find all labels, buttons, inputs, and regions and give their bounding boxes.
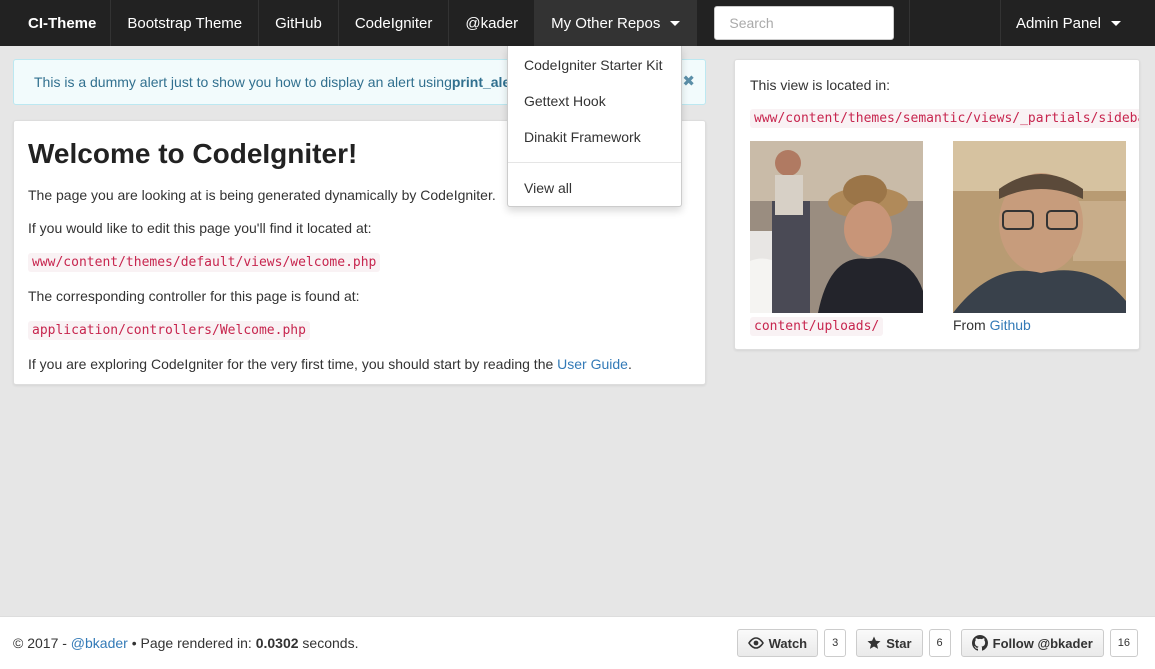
github-icon [971, 635, 988, 651]
star-icon [867, 636, 881, 649]
uploaded-photo [750, 141, 923, 313]
sidebar-panel: This view is located in: www/content/the… [734, 59, 1140, 350]
view-path-line: www/content/themes/default/views/welcome… [28, 251, 691, 273]
search-input[interactable] [714, 6, 895, 40]
photo-column-github: From Github [953, 141, 1126, 337]
eye-icon [747, 637, 764, 649]
caption-github-prefix: From [953, 317, 990, 333]
dropdown-item-dinakit[interactable]: Dinakit Framework [508, 119, 681, 155]
photo-row: content/uploads/ From Github [750, 141, 1126, 337]
star-button[interactable]: Star [856, 629, 923, 657]
guide-paragraph: If you are exploring CodeIgniter for the… [28, 354, 691, 374]
follow-label: Follow @bkader [992, 635, 1093, 651]
github-buttons: Watch 3 Star 6 Follow @bkader 16 [736, 629, 1142, 657]
nav-item-kader[interactable]: @kader [449, 0, 536, 46]
caption-uploads: content/uploads/ [750, 315, 923, 337]
sidebar-path-line: www/content/themes/semantic/views/_parti… [750, 107, 1139, 129]
admin-panel-menu[interactable]: Admin Panel [999, 0, 1155, 46]
footer-text: © 2017 - @bkader • Page rendered in: 0.0… [13, 635, 358, 651]
user-guide-link[interactable]: User Guide [557, 356, 628, 372]
dropdown-item-gettext-hook[interactable]: Gettext Hook [508, 83, 681, 119]
nav-item-bootstrap-theme[interactable]: Bootstrap Theme [111, 0, 260, 46]
nav-item-other-repos-label: My Other Repos [551, 14, 661, 32]
page-footer: © 2017 - @bkader • Page rendered in: 0.0… [0, 616, 1155, 669]
follow-count[interactable]: 16 [1109, 629, 1138, 657]
controller-paragraph: The corresponding controller for this pa… [28, 288, 360, 304]
caret-down-icon [670, 20, 681, 26]
github-link[interactable]: Github [990, 317, 1031, 333]
view-path-code: www/content/themes/default/views/welcome… [28, 253, 381, 272]
top-navbar: CI-Theme Bootstrap Theme GitHub CodeIgni… [0, 0, 1155, 46]
github-avatar-photo [953, 141, 1126, 313]
other-repos-dropdown: CodeIgniter Starter Kit Gettext Hook Din… [507, 46, 682, 207]
admin-panel-label: Admin Panel [1015, 14, 1101, 32]
nav-item-codeigniter[interactable]: CodeIgniter [339, 0, 450, 46]
sidebar-path-code: www/content/themes/semantic/views/_parti… [750, 109, 1139, 128]
follow-button[interactable]: Follow @bkader [960, 629, 1104, 657]
render-time: 0.0302 [255, 635, 299, 651]
alert-text: This is a dummy alert just to show you h… [34, 74, 452, 90]
watch-count[interactable]: 3 [824, 629, 847, 657]
nav-item-other-repos[interactable]: My Other Repos [535, 0, 698, 46]
author-link[interactable]: @bkader [71, 635, 128, 651]
search-form [697, 0, 911, 46]
brand-link[interactable]: CI-Theme [0, 0, 112, 46]
dropdown-divider [508, 162, 681, 163]
controller-path-code: application/controllers/Welcome.php [28, 321, 310, 340]
dropdown-item-starter-kit[interactable]: CodeIgniter Starter Kit [508, 47, 681, 83]
nav-item-github[interactable]: GitHub [259, 0, 339, 46]
dropdown-item-view-all[interactable]: View all [508, 170, 681, 206]
photo-column-uploads: content/uploads/ [750, 141, 923, 337]
sidebar-intro: This view is located in: [750, 77, 891, 93]
rendered-prefix: • Page rendered in: [127, 635, 256, 651]
close-icon[interactable]: ✖ [682, 72, 695, 90]
guide-period: . [627, 356, 632, 372]
watch-button[interactable]: Watch [736, 629, 819, 657]
watch-label: Watch [768, 635, 808, 651]
caption-github: From Github [953, 315, 1126, 335]
star-count[interactable]: 6 [928, 629, 951, 657]
copyright-text: © 2017 - [13, 635, 71, 651]
star-label: Star [886, 635, 912, 651]
uploads-path-code: content/uploads/ [750, 317, 884, 336]
rendered-suffix: seconds. [298, 635, 359, 651]
controller-path-line: application/controllers/Welcome.php [28, 319, 691, 341]
guide-text: If you are exploring CodeIgniter for the… [28, 356, 558, 372]
edit-paragraph: If you would like to edit this page you'… [28, 220, 372, 236]
caret-down-icon [1111, 20, 1121, 26]
